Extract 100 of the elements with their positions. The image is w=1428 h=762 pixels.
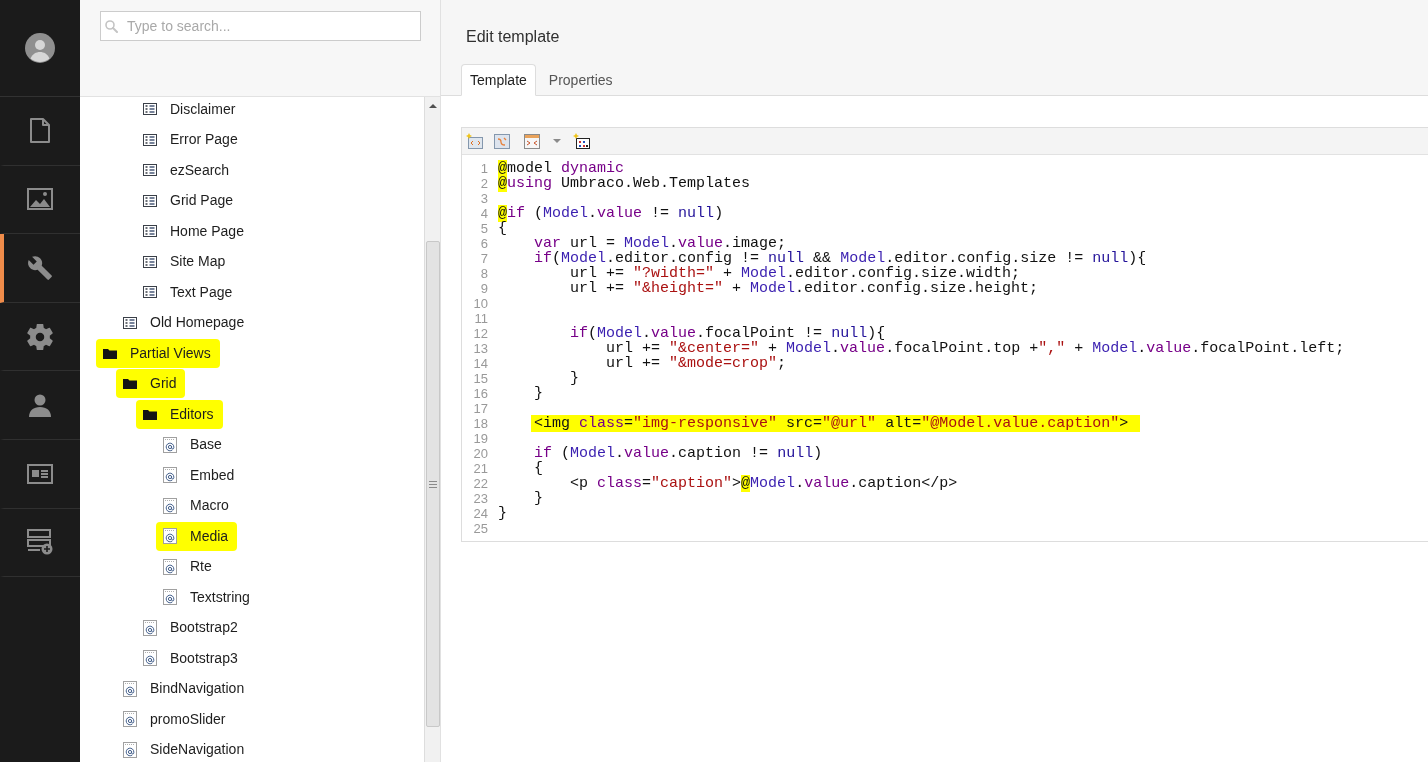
code-line: } (534, 491, 544, 506)
line-number: 9 (479, 281, 488, 296)
search-icon (105, 20, 118, 33)
tree-item[interactable]: Site Map (136, 247, 235, 276)
tree-item[interactable]: Disclaimer (136, 97, 245, 124)
tree-item[interactable]: ezSearch (136, 155, 239, 185)
code-line: var url = Model.value.image; (534, 236, 787, 251)
line-number: 20 (472, 446, 488, 461)
code-line: } (570, 371, 580, 386)
at-sign-file-icon (143, 650, 157, 666)
line-number: 24 (472, 506, 488, 521)
list-document-icon (143, 133, 157, 146)
at-sign-file-icon (123, 680, 137, 697)
image-icon (27, 188, 53, 211)
folder-icon (103, 347, 117, 359)
line-number: 7 (479, 251, 488, 266)
tree-item[interactable]: Bootstrap2 (136, 613, 247, 642)
wrench-icon (27, 255, 53, 281)
at-sign-file-icon (163, 497, 177, 514)
tree-item[interactable]: Textstring (156, 582, 259, 612)
line-number: 8 (479, 266, 488, 281)
document-icon (30, 117, 50, 144)
tree-item[interactable]: Embed (156, 460, 244, 490)
tree-item[interactable]: Home Page (136, 216, 253, 246)
tree-item[interactable]: BindNavigation (116, 674, 254, 703)
tree-item[interactable]: Bootstrap3 (136, 643, 247, 673)
list-document-icon (143, 103, 157, 115)
line-number: 6 (479, 236, 488, 251)
line-number: 10 (472, 296, 488, 311)
squiggle-box-icon[interactable] (494, 133, 510, 149)
line-number: 5 (479, 221, 488, 236)
line-number: 4 (479, 206, 488, 221)
folder-icon (123, 378, 137, 389)
at-sign-file-icon (163, 528, 177, 544)
sparkle-code-icon[interactable] (466, 133, 483, 149)
list-document-icon (143, 225, 157, 237)
tree-item[interactable]: Grid (116, 369, 186, 398)
at-sign-file-icon (123, 741, 137, 758)
tree-item[interactable]: Base (156, 430, 231, 459)
search-field[interactable]: Type to search... (100, 11, 421, 41)
tree-item[interactable]: Macro (156, 491, 238, 520)
tree-item[interactable]: Media (156, 521, 238, 551)
code-line: url += "&mode=crop"; (606, 356, 787, 371)
code-line: @using Umbraco.Web.Templates (498, 176, 751, 191)
gear-icon (27, 323, 53, 350)
tab[interactable]: Properties (539, 64, 622, 96)
scrollbar-thumb[interactable] (425, 241, 440, 727)
code-line: url += "&height=" + Model.editor.config.size.height; (570, 281, 1039, 296)
code-line: } (534, 386, 544, 401)
tree-item[interactable]: Editors (136, 399, 223, 429)
line-number: 21 (472, 461, 488, 476)
tree-item[interactable]: Grid Page (136, 186, 243, 215)
line-number: 1 (479, 161, 488, 176)
folder-icon (143, 408, 157, 420)
list-document-icon (143, 164, 157, 176)
list-document-icon (143, 194, 157, 207)
line-number: 19 (472, 431, 488, 446)
caret-icon[interactable] (553, 139, 561, 143)
tree-item[interactable]: Text Page (136, 277, 242, 307)
tree-item[interactable]: Rte (156, 552, 221, 581)
code-line: if(Model.editor.config != null && Model.editor.config.size != null){ (534, 251, 1147, 266)
list-document-icon (143, 286, 157, 298)
person-icon (28, 393, 52, 418)
id-card-icon (27, 463, 53, 484)
line-number: 23 (472, 491, 488, 506)
tree-item[interactable]: Partial Views (96, 338, 220, 368)
tab[interactable]: Template (461, 64, 536, 96)
line-number: 17 (472, 401, 488, 416)
line-number: 22 (472, 476, 488, 491)
tree-item[interactable]: Old Homepage (116, 308, 254, 337)
scrollbar[interactable] (424, 97, 440, 762)
at-sign-file-icon (123, 711, 137, 727)
nav-item[interactable] (0, 234, 80, 303)
line-number: 11 (473, 311, 488, 326)
grip-icon (428, 480, 437, 488)
line-number: 14 (472, 356, 488, 371)
list-document-icon (143, 255, 157, 268)
sparkle-grid-icon[interactable] (573, 133, 590, 149)
code-line: } (498, 506, 507, 521)
list-document-icon (123, 316, 137, 329)
line-number: 15 (472, 371, 488, 386)
avatar[interactable] (25, 33, 55, 63)
code-line: { (498, 221, 507, 236)
at-sign-file-icon (143, 619, 157, 636)
line-number: 2 (479, 176, 488, 191)
code-line: if (Model.value.caption != null) (534, 446, 823, 461)
at-sign-file-icon (163, 436, 177, 453)
tree-item[interactable]: promoSlider (116, 704, 235, 734)
line-number: 3 (479, 191, 488, 206)
page-title: Edit template (466, 28, 560, 45)
window-icon[interactable] (524, 133, 540, 149)
scroll-up-arrow-icon[interactable] (428, 104, 437, 108)
code-line: if(Model.value.focalPoint != null){ (570, 326, 886, 341)
line-number: 25 (472, 521, 488, 536)
code-line: url += "?width=" + Model.editor.config.size.width; (570, 266, 1021, 281)
tree-item[interactable]: Error Page (136, 125, 247, 154)
line-number: 13 (472, 341, 488, 356)
tree-item[interactable]: SideNavigation (116, 735, 254, 762)
layout-add-icon (27, 529, 53, 556)
at-sign-file-icon (163, 467, 177, 483)
